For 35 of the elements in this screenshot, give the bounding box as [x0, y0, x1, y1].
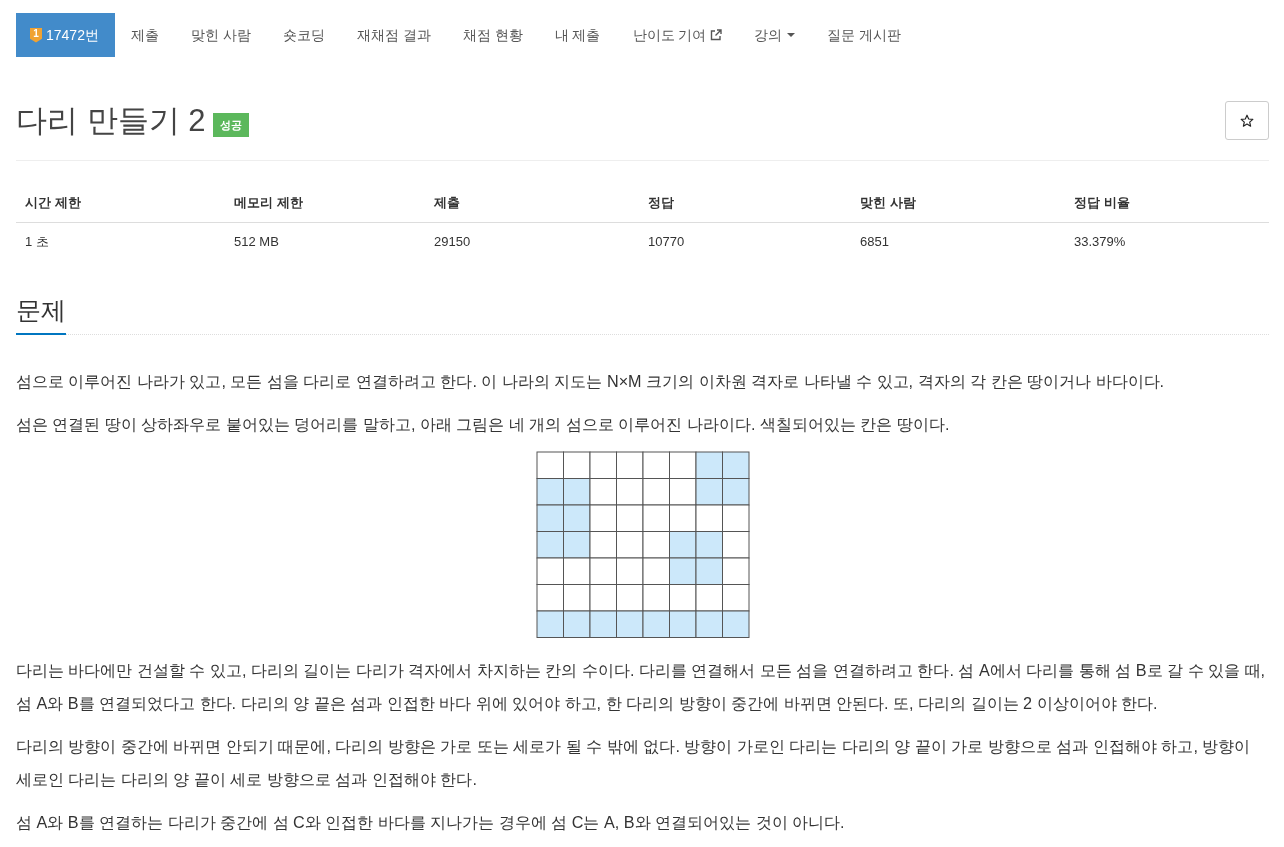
column-header: 정답	[639, 181, 851, 222]
paragraph: 섬은 연결된 땅이 상하좌우로 붙어있는 덩어리를 말하고, 아래 그림은 네 개의 섬으로 이루어진 나라이다. 색칠되어있는 칸은 땅이다.	[16, 414, 951, 435]
nav-tab[interactable]: 맞힌 사람	[174, 13, 267, 57]
nav-tab[interactable]: 숏코딩	[266, 13, 341, 57]
nav-tab[interactable]: 질문 게시판	[811, 13, 918, 57]
nav-tab[interactable]: 내 제출	[538, 13, 617, 57]
nav-tab[interactable]: 재채점 결과	[340, 13, 447, 57]
status-badge: 성공	[213, 112, 250, 137]
section-heading: 문제	[16, 295, 66, 335]
nav-tab[interactable]: 1 17472번	[16, 13, 115, 57]
nav-tab[interactable]: 난이도 기여	[616, 13, 739, 57]
star-icon	[1240, 113, 1254, 128]
paragraph: 다리는 바다에만 건설할 수 있고, 다리의 길이는 다리가 격자에서 차지하는 칸의 수이다. 다리를 연결해서 모든 섬을 연결하려고 한다. 섬 A에서 다리를 통해 섬 B로 갈 수 있을 때, 섬 A와 B를 연결되었다고 한다. 다리의 양 끝은 섬과 인접한 바다 위에 있어야 하고, 한 다리의 방향이 중간에 바뀌면 안된다. 또, 다리의 길이는 2 이상이어야 한다.	[16, 659, 1266, 714]
caret-icon	[787, 33, 796, 37]
nav-tab[interactable]: 강의	[738, 13, 812, 57]
column-header: 메모리 제한	[225, 181, 425, 222]
table-cell: 33.379%	[1065, 222, 1269, 261]
column-header: 시간 제한	[16, 181, 225, 222]
paragraph: 섬으로 이루어진 나라가 있고, 모든 섬을 다리로 연결하려고 한다. 이 나라의 지도는 N×M 크기의 이차원 격자로 나타낼 수 있고, 격자의 각 칸은 땅이거나 바다이다.	[16, 371, 1166, 392]
column-header: 정답 비율	[1065, 181, 1269, 222]
table-cell: 29150	[425, 222, 639, 261]
tier-badge: 1	[30, 27, 42, 43]
star-button[interactable]	[1225, 101, 1269, 140]
paragraph: 다리의 방향이 중간에 바뀌면 안되기 때문에, 다리의 방향은 가로 또는 세로가 될 수 밖에 없다. 방향이 가로인 다리는 다리의 양 끝이 가로 방향으로 섬과 인접해야 하고, 방향이 세로인 다리는 다리의 양 끝이 세로 방향으로 섬과 인접해야 한다.	[16, 735, 1252, 790]
table-cell: 512 MB	[225, 222, 425, 261]
nav-tab[interactable]: 제출	[114, 13, 175, 57]
external-link-icon	[710, 29, 723, 41]
column-header: 맞힌 사람	[851, 181, 1065, 222]
table-cell: 10770	[639, 222, 851, 261]
paragraph: 섬 A와 B를 연결하는 다리가 중간에 섬 C와 인접한 바다를 지나가는 경우에 섬 C는 A, B와 연결되어있는 것이 아니다.	[16, 811, 846, 833]
column-header: 제출	[425, 181, 639, 222]
table-cell: 1 초	[16, 222, 225, 261]
table-cell: 6851	[851, 222, 1065, 261]
problem-title: 다리 만들기 2	[16, 101, 206, 140]
nav-tab[interactable]: 채점 현황	[446, 13, 539, 57]
